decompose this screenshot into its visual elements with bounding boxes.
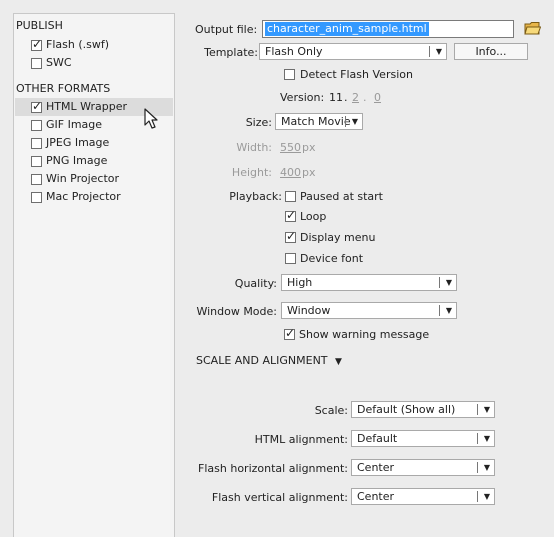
window-mode-dropdown[interactable]: Window ▼ [281,302,457,319]
check-icon: ✓ [32,37,43,51]
template-dropdown[interactable]: Flash Only ▼ [259,43,447,60]
info-button[interactable]: Info... [454,43,528,60]
mouse-cursor-icon [144,108,158,129]
format-label: Flash (.swf) [46,38,110,51]
display-menu-label: Display menu [300,231,376,244]
format-label: HTML Wrapper [46,100,128,113]
output-file-input[interactable]: character_anim_sample.html [262,20,514,38]
format-item-swc[interactable]: SWC [15,54,173,72]
format-item-mac-projector[interactable]: Mac Projector [15,188,173,206]
check-icon: ✓ [32,99,43,113]
version-major: 11 [329,91,343,104]
quality-label: Quality: [234,277,277,290]
check-icon: ✓ [286,208,297,222]
format-item-win-projector[interactable]: Win Projector [15,170,173,188]
win-projector-checkbox[interactable] [31,174,42,185]
mac-projector-checkbox[interactable] [31,192,42,203]
format-panel: PUBLISH ✓ Flash (.swf) SWC OTHER FORMATS… [13,13,175,537]
output-file-label: Output file: [195,23,258,36]
version-minor-input[interactable]: 2 [352,91,359,104]
chevron-down-icon: ▼ [445,278,452,287]
scale-alignment-label: SCALE AND ALIGNMENT [196,354,328,367]
html-wrapper-checkbox[interactable]: ✓ [31,99,43,113]
width-input[interactable]: 550 [280,141,301,154]
quality-value: High [287,276,313,289]
output-file-value: character_anim_sample.html [265,22,429,36]
html-alignment-dropdown[interactable]: Default ▼ [351,430,495,447]
flash-horizontal-alignment-dropdown[interactable]: Center ▼ [351,459,495,476]
flash-vertical-alignment-label: Flash vertical alignment: [211,491,348,504]
publish-heading: PUBLISH [16,19,63,32]
flash-horizontal-alignment-label: Flash horizontal alignment: [198,462,348,475]
flash-vertical-alignment-value: Center [357,490,395,503]
jpeg-checkbox[interactable] [31,138,42,149]
size-label: Size: [245,116,272,129]
swc-checkbox[interactable] [31,58,42,69]
display-menu-checkbox[interactable]: ✓ [285,229,297,243]
size-value: Match Movie [281,115,351,128]
show-warning-label: Show warning message [299,328,430,341]
png-checkbox[interactable] [31,156,42,167]
detect-flash-version-label: Detect Flash Version [300,68,413,81]
chevron-down-icon: ▼ [483,492,490,501]
version-label: Version: [280,91,325,104]
scale-label: Scale: [314,404,348,417]
paused-at-start-checkbox[interactable] [285,191,296,202]
chevron-down-icon: ▼ [483,434,490,443]
height-label: Height: [231,166,272,179]
width-label: Width: [236,141,272,154]
gif-checkbox[interactable] [31,120,42,131]
format-label: Win Projector [46,172,120,185]
device-font-checkbox[interactable] [285,253,296,264]
detect-flash-version-checkbox[interactable] [284,69,295,80]
other-formats-heading: OTHER FORMATS [16,82,111,95]
chevron-down-icon: ▼ [483,463,490,472]
paused-at-start-label: Paused at start [300,190,383,203]
scale-value: Default (Show all) [357,403,456,416]
chevron-down-icon: ▼ [445,306,452,315]
scale-alignment-heading[interactable]: SCALE AND ALIGNMENT ▼ [196,354,342,367]
template-value: Flash Only [265,45,323,58]
format-item-flash[interactable]: ✓ Flash (.swf) [15,36,173,54]
loop-label: Loop [300,210,327,223]
version-patch-input[interactable]: 0 [374,91,381,104]
flash-checkbox[interactable]: ✓ [31,37,43,51]
template-label: Template: [204,46,258,59]
height-input[interactable]: 400 [280,166,301,179]
device-font-label: Device font [300,252,364,265]
format-label: JPEG Image [46,136,110,149]
format-label: SWC [46,56,72,69]
flash-vertical-alignment-dropdown[interactable]: Center ▼ [351,488,495,505]
format-label: Mac Projector [46,190,121,203]
scale-dropdown[interactable]: Default (Show all) ▼ [351,401,495,418]
format-item-png[interactable]: PNG Image [15,152,173,170]
size-dropdown[interactable]: Match Movie ▼ [275,113,363,130]
chevron-down-icon: ▼ [435,47,442,56]
check-icon: ✓ [286,229,297,243]
loop-checkbox[interactable]: ✓ [285,208,297,222]
chevron-down-icon: ▼ [351,117,358,126]
height-unit: px [302,166,316,179]
folder-icon[interactable] [524,21,541,36]
width-unit: px [302,141,316,154]
window-mode-label: Window Mode: [196,305,277,318]
format-label: PNG Image [46,154,108,167]
format-label: GIF Image [46,118,103,131]
show-warning-checkbox[interactable]: ✓ [284,326,296,340]
html-alignment-label: HTML alignment: [254,433,348,446]
chevron-down-icon: ▼ [483,405,490,414]
quality-dropdown[interactable]: High ▼ [281,274,457,291]
html-alignment-value: Default [357,432,398,445]
format-item-jpeg[interactable]: JPEG Image [15,134,173,152]
chevron-down-icon: ▼ [335,357,342,367]
window-mode-value: Window [287,304,331,317]
flash-horizontal-alignment-value: Center [357,461,395,474]
check-icon: ✓ [285,326,296,340]
playback-label: Playback: [229,190,282,203]
